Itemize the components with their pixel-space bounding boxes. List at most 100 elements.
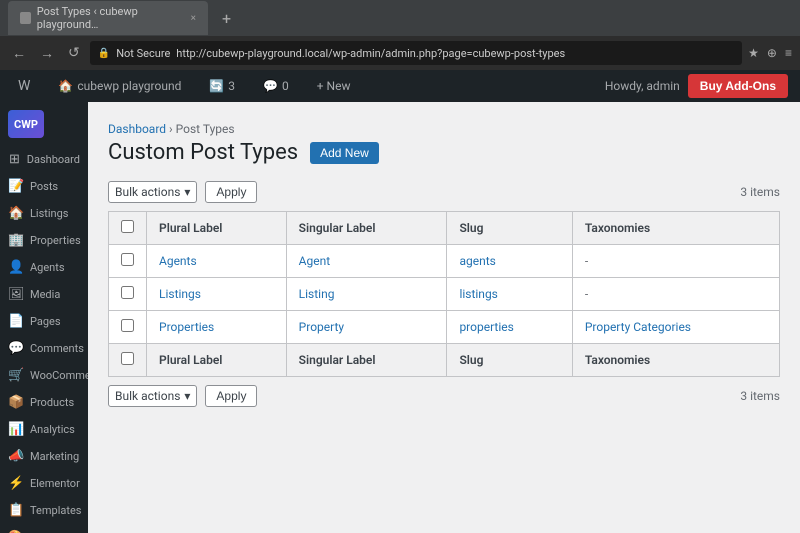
- select-all-footer: [109, 344, 147, 377]
- sidebar-item-media[interactable]: 🖼 Media: [0, 281, 88, 308]
- items-count-bottom: 3 items: [740, 389, 780, 403]
- updates-item[interactable]: 🔄 3: [203, 75, 241, 97]
- plural-label-header: Plural Label: [147, 212, 287, 245]
- admin-bar-right: Howdy, admin Buy Add-Ons: [605, 74, 788, 98]
- slug-link-2[interactable]: properties: [459, 320, 513, 334]
- sidebar-item-properties[interactable]: 🏢 Properties: [0, 227, 88, 254]
- slug-footer: Slug: [447, 344, 572, 377]
- sidebar-icon-analytics: 📊: [8, 422, 24, 437]
- sidebar-item-marketing[interactable]: 📣 Marketing: [0, 443, 88, 470]
- select-all-header: [109, 212, 147, 245]
- singular-label-link-1[interactable]: Listing: [299, 287, 335, 301]
- sidebar-icon-media: 🖼: [8, 287, 24, 302]
- new-label: + New: [317, 79, 351, 93]
- plural-label-link-1[interactable]: Listings: [159, 287, 201, 301]
- bulk-actions-select-bottom[interactable]: Bulk actions ▾: [108, 385, 197, 407]
- address-bar[interactable]: 🔒 Not Secure http://cubewp-playground.lo…: [90, 41, 742, 65]
- browser-chrome: Post Types ‹ cubewp playground… × +: [0, 0, 800, 36]
- sidebar-item-products[interactable]: 📦 Products: [0, 389, 88, 416]
- updates-count: 3: [228, 79, 235, 93]
- sidebar-item-listings[interactable]: 🏠 Listings: [0, 200, 88, 227]
- sidebar-icon-templates: 📋: [8, 503, 24, 518]
- sidebar-item-pages[interactable]: 📄 Pages: [0, 308, 88, 335]
- select-all-checkbox-footer[interactable]: [121, 352, 134, 365]
- browser-toolbar-icons: ★ ⊕ ≡: [748, 46, 792, 60]
- refresh-button[interactable]: ↺: [64, 43, 84, 63]
- sidebar-item-elementor[interactable]: ⚡ Elementor: [0, 470, 88, 497]
- checkbox-0[interactable]: [121, 253, 134, 266]
- menu-icon[interactable]: ≡: [785, 46, 792, 60]
- taxonomies-cell-1: -: [572, 278, 779, 311]
- row-checkbox-1: [109, 278, 147, 311]
- wp-logo-item[interactable]: W: [12, 74, 36, 98]
- slug-link-1[interactable]: listings: [459, 287, 497, 301]
- sidebar-icon-posts: 📝: [8, 179, 24, 194]
- singular-label-cell-1: Listing: [286, 278, 447, 311]
- sidebar-icon-properties: 🏢: [8, 233, 24, 248]
- breadcrumb-parent[interactable]: Dashboard: [108, 122, 166, 136]
- bulk-actions-select-top[interactable]: Bulk actions ▾: [108, 181, 197, 203]
- taxonomies-cell-2: Property Categories: [572, 311, 779, 344]
- cubewp-logo: CWP: [0, 102, 88, 146]
- apply-button-top[interactable]: Apply: [205, 181, 257, 203]
- checkbox-2[interactable]: [121, 319, 134, 332]
- plural-label-link-2[interactable]: Properties: [159, 320, 214, 334]
- buy-addons-button[interactable]: Buy Add-Ons: [688, 74, 788, 98]
- taxonomies-dash-1: -: [585, 287, 588, 301]
- singular-label-cell-2: Property: [286, 311, 447, 344]
- taxonomies-cell-0: -: [572, 245, 779, 278]
- apply-button-bottom[interactable]: Apply: [205, 385, 257, 407]
- table-body: Agents Agent agents - Listings Listing l…: [109, 245, 780, 344]
- sidebar-label-woocommerce: WooCommerce: [30, 369, 88, 382]
- new-item[interactable]: + New: [311, 75, 357, 97]
- site-home-icon: 🏠: [58, 79, 73, 93]
- tab-close-icon[interactable]: ×: [191, 13, 196, 24]
- lock-icon: 🔒: [98, 48, 110, 59]
- sidebar-item-posts[interactable]: 📝 Posts: [0, 173, 88, 200]
- wp-sidebar: CWP ⊞ Dashboard 📝 Posts 🏠 Listings 🏢 Pro…: [0, 102, 88, 533]
- updates-icon: 🔄: [209, 79, 224, 93]
- taxonomies-header: Taxonomies: [572, 212, 779, 245]
- wp-layout: CWP ⊞ Dashboard 📝 Posts 🏠 Listings 🏢 Pro…: [0, 102, 800, 533]
- bulk-select-chevron-top: ▾: [184, 185, 190, 199]
- table-row: Agents Agent agents -: [109, 245, 780, 278]
- site-name-item[interactable]: 🏠 cubewp playground: [52, 75, 187, 97]
- add-new-button[interactable]: Add New: [310, 142, 379, 164]
- comments-icon: 💬: [263, 79, 278, 93]
- plural-label-cell-2: Properties: [147, 311, 287, 344]
- profile-icon[interactable]: ⊕: [767, 46, 777, 60]
- sidebar-item-agents[interactable]: 👤 Agents: [0, 254, 88, 281]
- sidebar-item-appearance[interactable]: 🎨 Appearance: [0, 524, 88, 533]
- bookmark-icon[interactable]: ★: [748, 46, 759, 60]
- howdy-label: Howdy, admin: [605, 79, 680, 93]
- sidebar-icon-agents: 👤: [8, 260, 24, 275]
- singular-label-cell-0: Agent: [286, 245, 447, 278]
- sidebar-item-comments[interactable]: 💬 Comments: [0, 335, 88, 362]
- tab-title: Post Types ‹ cubewp playground…: [37, 5, 185, 31]
- table-header-row: Plural Label Singular Label Slug Taxonom…: [109, 212, 780, 245]
- new-tab-button[interactable]: +: [216, 9, 237, 28]
- sidebar-item-analytics[interactable]: 📊 Analytics: [0, 416, 88, 443]
- sidebar-label-pages: Pages: [30, 315, 61, 328]
- slug-link-0[interactable]: agents: [459, 254, 495, 268]
- sidebar-item-woocommerce[interactable]: 🛒 WooCommerce: [0, 362, 88, 389]
- comments-item[interactable]: 💬 0: [257, 75, 295, 97]
- sidebar-item-templates[interactable]: 📋 Templates: [0, 497, 88, 524]
- top-bulk-actions-bar: Bulk actions ▾ Apply 3 items: [108, 181, 780, 203]
- taxonomies-link-2[interactable]: Property Categories: [585, 320, 691, 334]
- checkbox-1[interactable]: [121, 286, 134, 299]
- plural-label-link-0[interactable]: Agents: [159, 254, 197, 268]
- breadcrumb-current: Post Types: [176, 122, 235, 136]
- post-types-table: Plural Label Singular Label Slug Taxonom…: [108, 211, 780, 377]
- forward-button[interactable]: →: [36, 43, 58, 64]
- singular-label-link-2[interactable]: Property: [299, 320, 344, 334]
- sidebar-item-dashboard[interactable]: ⊞ Dashboard: [0, 146, 88, 173]
- sidebar-icon-products: 📦: [8, 395, 24, 410]
- bottom-bulk-actions-bar: Bulk actions ▾ Apply 3 items: [108, 385, 780, 407]
- sidebar-nav: ⊞ Dashboard 📝 Posts 🏠 Listings 🏢 Propert…: [0, 146, 88, 533]
- select-all-checkbox[interactable]: [121, 220, 134, 233]
- sidebar-icon-pages: 📄: [8, 314, 24, 329]
- back-button[interactable]: ←: [8, 43, 30, 64]
- browser-tab[interactable]: Post Types ‹ cubewp playground… ×: [8, 1, 208, 35]
- singular-label-link-0[interactable]: Agent: [299, 254, 330, 268]
